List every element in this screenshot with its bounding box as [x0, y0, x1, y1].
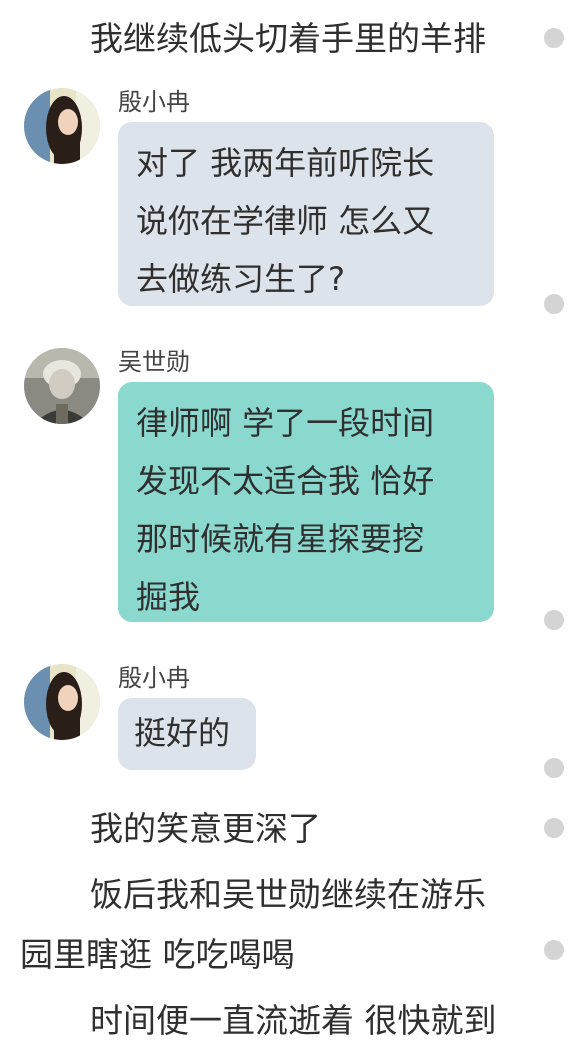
- boy-portrait-avatar-icon: [24, 348, 100, 424]
- girl-portrait-avatar-icon: [24, 88, 100, 164]
- avatar-girl[interactable]: [24, 664, 100, 740]
- message-line: 发现不太适合我 恰好: [136, 462, 435, 500]
- girl-portrait-avatar-icon: [24, 664, 100, 740]
- message-bubble[interactable]: 对了 我两年前听院长 说你在学律师 怎么又 去做练习生了?: [118, 122, 494, 306]
- sender-name: 吴世勋: [118, 348, 190, 376]
- avatar-boy[interactable]: [24, 348, 100, 424]
- message-line: 律师啊 学了一段时间: [136, 404, 435, 442]
- message-line: 挺好的: [134, 714, 231, 752]
- narration-line: 饭后我和吴世勋继续在游乐: [90, 875, 486, 914]
- narration-line: 我继续低头切着手里的羊排: [90, 19, 486, 58]
- message-line: 去做练习生了?: [136, 260, 345, 298]
- sender-name: 殷小冉: [118, 88, 190, 116]
- narration-line: 园里瞎逛 吃吃喝喝: [20, 935, 295, 974]
- comment-dot-icon[interactable]: [544, 294, 564, 314]
- message-line: 说你在学律师 怎么又: [136, 202, 435, 240]
- comment-dot-icon[interactable]: [544, 28, 564, 48]
- narration-line: 时间便一直流逝着 很快就到: [90, 1001, 497, 1040]
- message-bubble[interactable]: 挺好的: [118, 698, 256, 770]
- message-line: 掘我: [136, 578, 201, 616]
- sender-name: 殷小冉: [118, 664, 190, 692]
- message-bubble[interactable]: 律师啊 学了一段时间 发现不太适合我 恰好 那时候就有星探要挖 掘我: [118, 382, 494, 622]
- comment-dot-icon[interactable]: [544, 610, 564, 630]
- narration-line: 我的笑意更深了: [90, 809, 321, 848]
- message-line: 那时候就有星探要挖: [136, 520, 425, 558]
- comment-dot-icon[interactable]: [544, 818, 564, 838]
- message-line: 对了 我两年前听院长: [136, 144, 435, 182]
- comment-dot-icon[interactable]: [544, 940, 564, 960]
- avatar-girl[interactable]: [24, 88, 100, 164]
- comment-dot-icon[interactable]: [544, 758, 564, 778]
